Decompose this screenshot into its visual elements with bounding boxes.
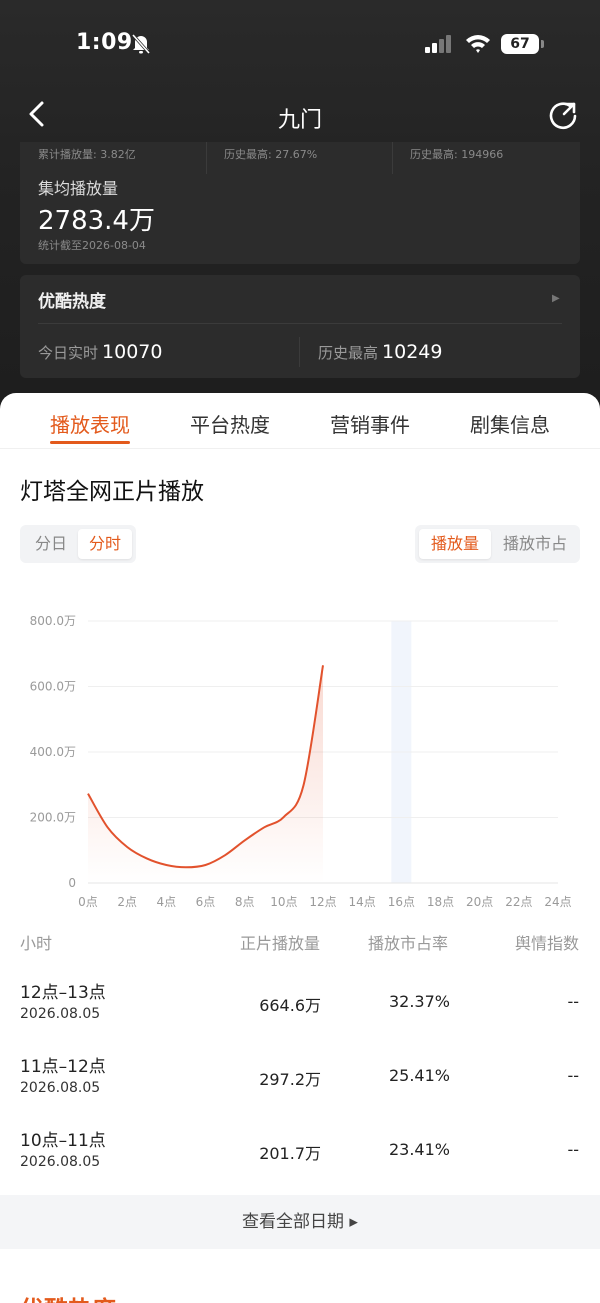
x-tick-label: 8点: [235, 895, 255, 909]
avg-plays-label: 集均播放量: [38, 179, 119, 198]
dark-header-area: 1:09 67 九门 累计播放量: 3.82亿 历史最高: 27.67% 历史最…: [0, 0, 600, 440]
col-plays: 正片播放量: [240, 934, 321, 953]
x-tick-label: 10点: [270, 895, 297, 909]
table-row[interactable]: 10点–11点 2026.08.05 201.7万 23.41% --: [0, 1126, 600, 1200]
granularity-toggle: 分日 分时: [20, 525, 136, 563]
x-tick-label: 12点: [309, 895, 336, 909]
tab-play-performance[interactable]: 播放表现: [50, 409, 130, 438]
section-title: 灯塔全网正片播放: [20, 479, 204, 505]
toggle-daily[interactable]: 分日: [24, 529, 78, 559]
col-sentiment: 舆情指数: [515, 934, 580, 953]
metric-toggle: 播放量 播放市占: [415, 525, 580, 563]
heat-card[interactable]: 优酷热度 ▶ 今日实时 10070 历史最高 10249: [20, 275, 580, 378]
chevron-right-icon: ▶: [552, 293, 560, 304]
heat-peak-value: 10249: [382, 341, 443, 363]
battery-level: 67: [501, 34, 539, 54]
next-section-title: 优酷热度: [20, 1290, 116, 1303]
x-tick-label: 14点: [349, 895, 376, 909]
x-tick-label: 16点: [388, 895, 415, 909]
avg-plays-value: 2783.4万: [38, 206, 155, 236]
total-plays-stat: 累计播放量: 3.82亿: [38, 148, 136, 161]
tab-platform-heat[interactable]: 平台热度: [190, 409, 270, 438]
heat-peak: 历史最高 10249: [318, 341, 443, 363]
x-tick-label: 0点: [78, 895, 98, 909]
active-tab-indicator: [50, 441, 130, 444]
peak-heat-stat: 历史最高: 194966: [410, 148, 504, 161]
y-tick-label: 600.0万: [30, 680, 76, 694]
battery-icon: 67: [501, 34, 545, 54]
heat-today: 今日实时 10070: [38, 341, 163, 363]
tab-bar: 播放表现 平台热度 营销事件 剧集信息: [0, 393, 600, 449]
hourly-plays-chart: 0 200.0万 400.0万 600.0万 800.0万 0点 2点 4点 6点 8点 10点 12…: [30, 614, 572, 909]
heat-today-value: 10070: [102, 341, 163, 363]
summary-card: 累计播放量: 3.82亿 历史最高: 27.67% 历史最高: 194966 集…: [20, 142, 580, 264]
x-tick-label: 24点: [544, 895, 571, 909]
x-tick-label: 4点: [157, 895, 177, 909]
col-hour: 小时: [20, 934, 53, 953]
heat-card-title: 优酷热度: [38, 292, 106, 312]
table-row[interactable]: 11点–12点 2026.08.05 297.2万 25.41% --: [0, 1052, 600, 1126]
view-all-dates-button[interactable]: 查看全部日期 ▸: [0, 1195, 600, 1249]
status-bar: 1:09 67: [0, 0, 600, 90]
table-row[interactable]: 12点–13点 2026.08.05 664.6万 32.37% --: [0, 978, 600, 1052]
wifi-icon: [466, 35, 490, 53]
share-icon[interactable]: [548, 100, 578, 130]
status-time: 1:09: [76, 30, 133, 55]
tab-series-info[interactable]: 剧集信息: [470, 409, 550, 438]
y-tick-label: 400.0万: [30, 745, 76, 759]
col-share: 播放市占率: [368, 934, 449, 953]
toggle-hourly[interactable]: 分时: [78, 529, 132, 559]
page-title: 九门: [277, 108, 322, 133]
tab-marketing-events[interactable]: 营销事件: [330, 409, 410, 438]
toggle-play-share[interactable]: 播放市占: [493, 529, 577, 559]
nav-bar: 九门: [0, 90, 600, 142]
cellular-signal-icon: [425, 35, 451, 53]
y-tick-label: 800.0万: [30, 614, 76, 628]
x-tick-label: 20点: [466, 895, 493, 909]
stats-date-note: 统计截至2026-08-04: [38, 239, 146, 252]
toggle-play-count[interactable]: 播放量: [419, 529, 491, 559]
x-tick-label: 22点: [505, 895, 532, 909]
table-header: 小时 正片播放量 播放市占率 舆情指数: [0, 930, 600, 954]
x-tick-label: 6点: [196, 895, 216, 909]
y-tick-label: 200.0万: [30, 811, 76, 825]
x-tick-label: 18点: [427, 895, 454, 909]
series-area: [88, 665, 323, 883]
y-tick-label: 0: [68, 876, 76, 890]
bell-muted-icon: [131, 34, 151, 54]
x-tick-label: 2点: [117, 895, 137, 909]
peak-share-stat: 历史最高: 27.67%: [224, 148, 318, 161]
content-panel: 播放表现 平台热度 营销事件 剧集信息 灯塔全网正片播放 分日 分时 播放量 播…: [0, 393, 600, 1303]
